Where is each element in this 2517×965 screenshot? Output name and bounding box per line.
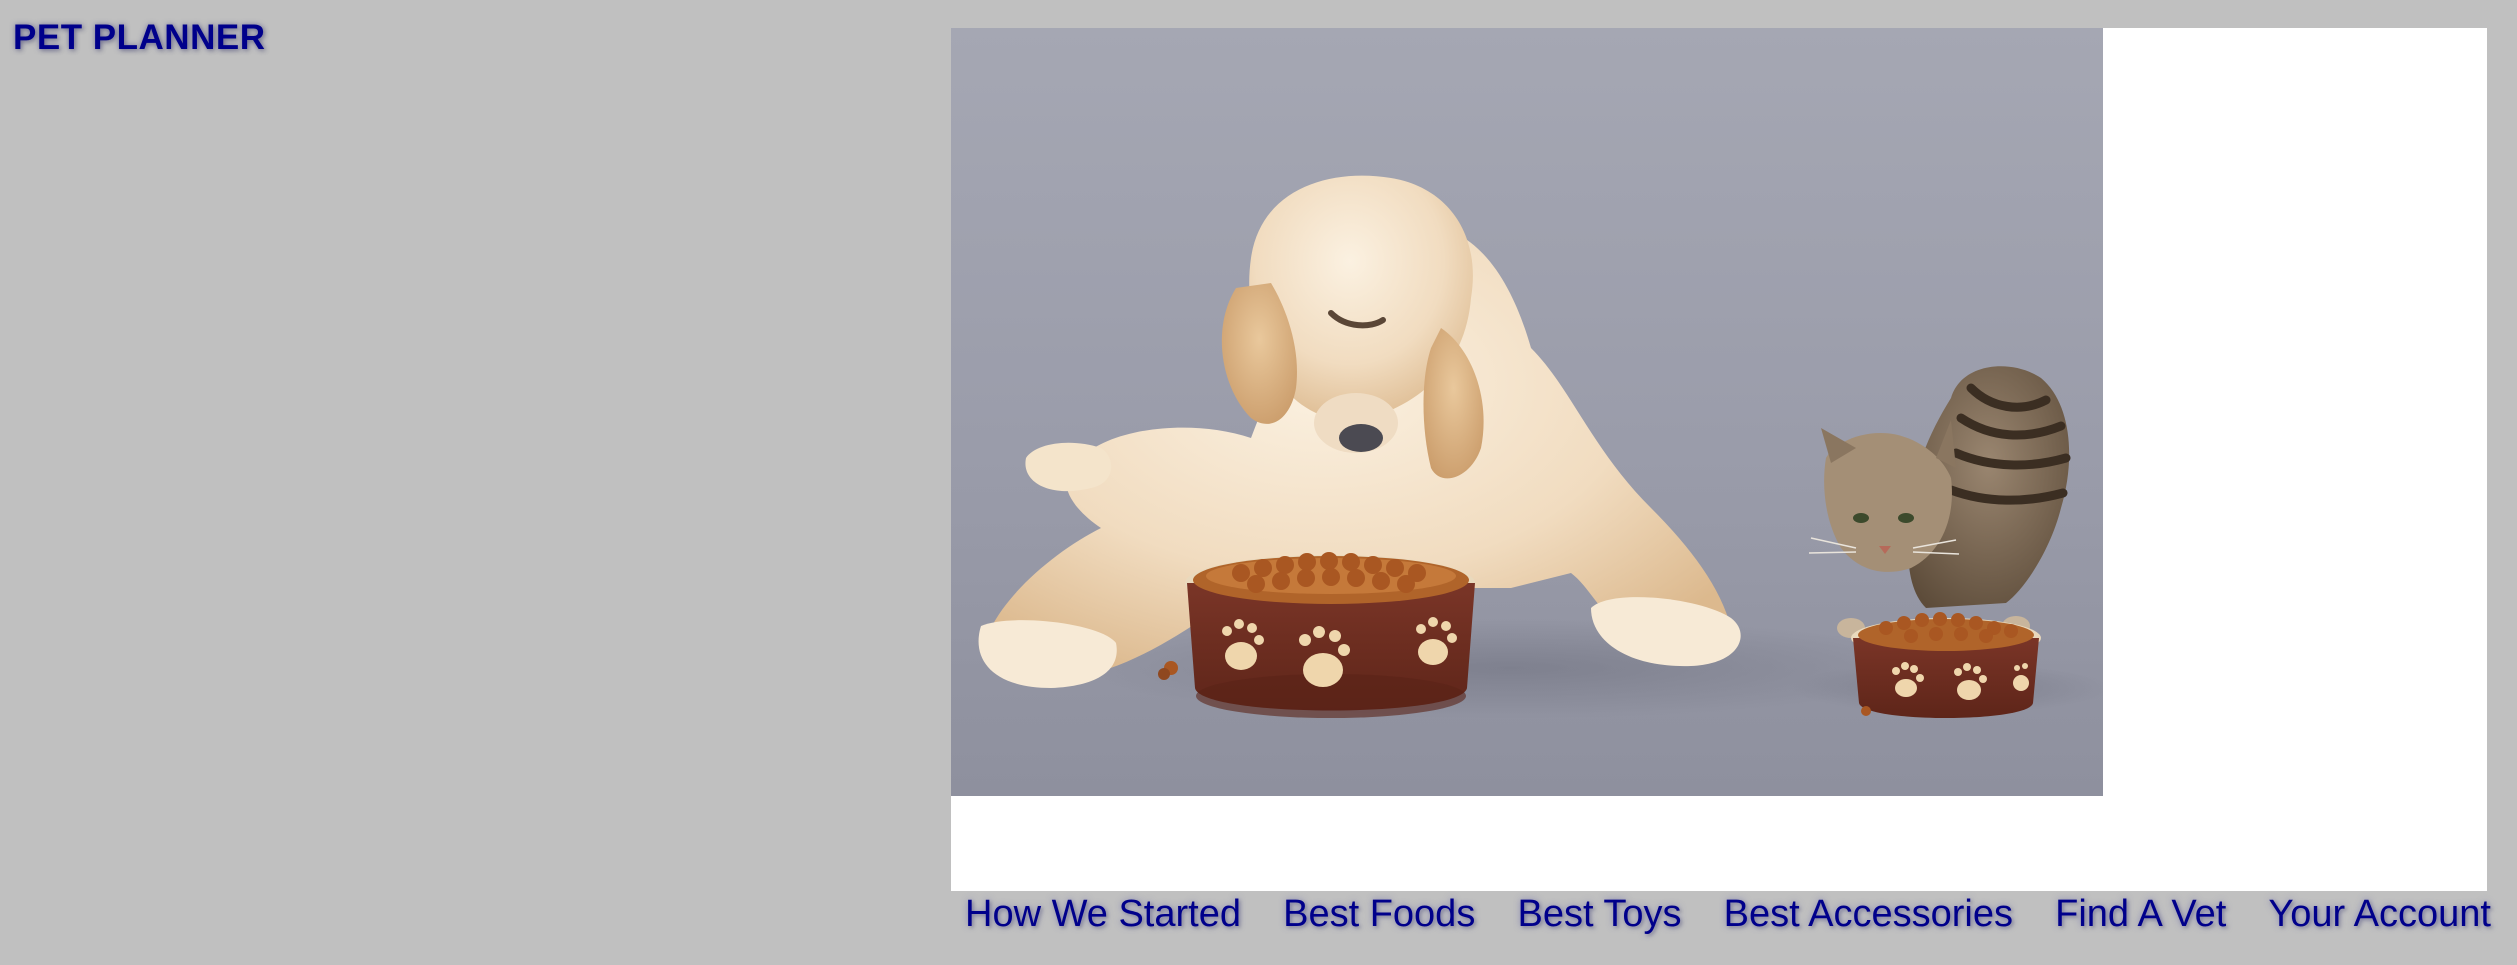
nav-link-find-a-vet[interactable]: Find A Vet [2041, 893, 2240, 936]
hero-image [951, 28, 2103, 796]
site-logo[interactable]: PET PLANNER [13, 18, 265, 58]
hero-banner [951, 28, 2487, 891]
nav-link-best-toys[interactable]: Best Toys [1503, 893, 1695, 936]
nav-link-how-we-started[interactable]: How We Started [951, 893, 1255, 936]
nav-link-your-account[interactable]: Your Account [2254, 893, 2491, 936]
nav-link-best-foods[interactable]: Best Foods [1269, 893, 1489, 936]
main-navigation: How We Started Best Foods Best Toys Best… [951, 893, 2491, 936]
nav-link-best-accessories[interactable]: Best Accessories [1710, 893, 2027, 936]
